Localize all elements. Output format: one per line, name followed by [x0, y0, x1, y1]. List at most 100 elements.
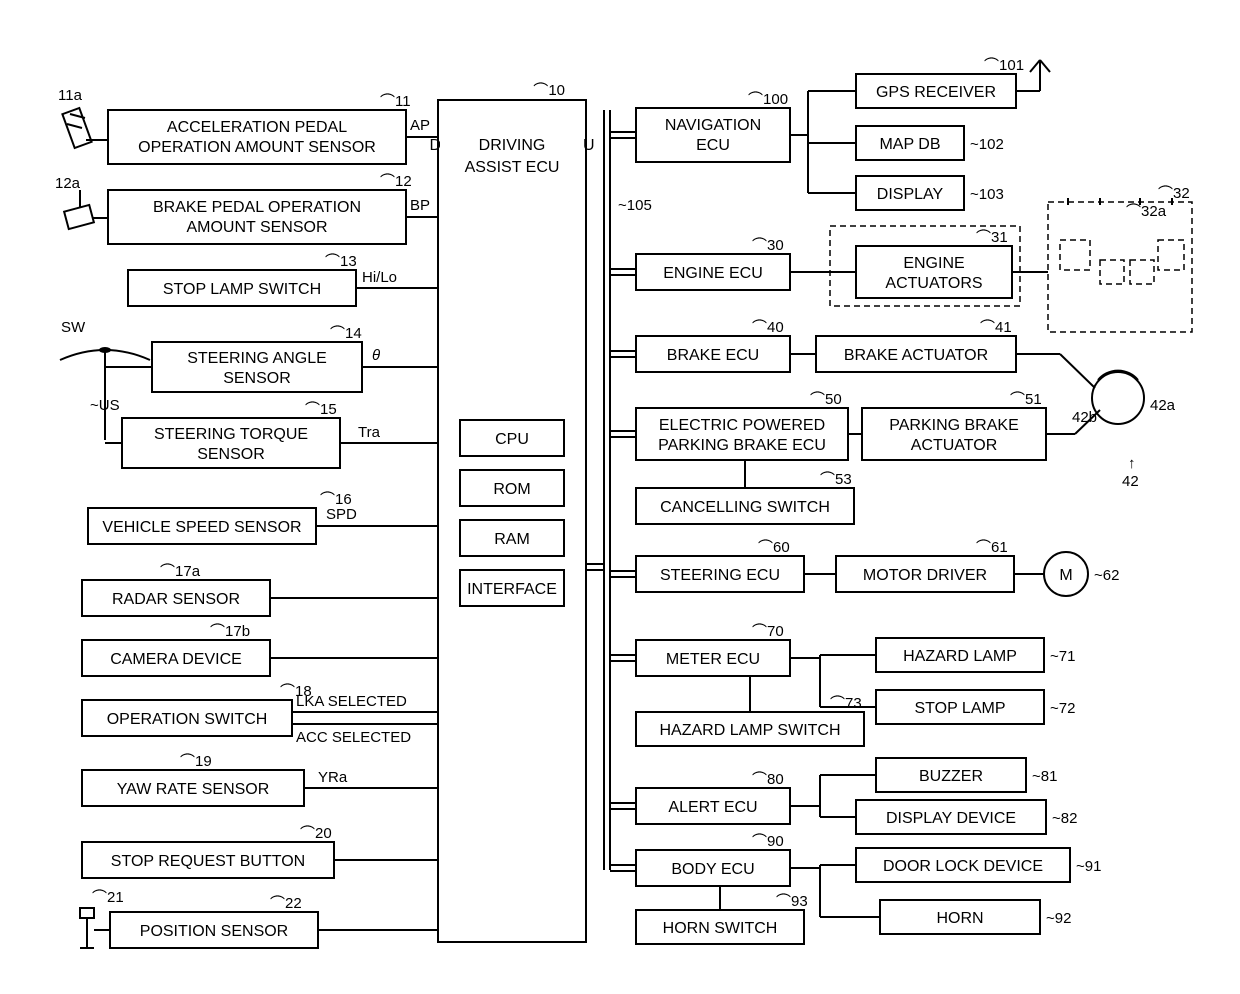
svg-text:⌒15: ⌒15	[305, 401, 337, 418]
svg-text:YAW RATE SENSOR: YAW RATE SENSOR	[117, 781, 270, 798]
svg-text:⌒17a: ⌒17a	[160, 563, 201, 580]
svg-text:θ: θ	[372, 347, 380, 364]
svg-text:~71: ~71	[1050, 648, 1075, 665]
svg-text:⌒40: ⌒40	[752, 319, 784, 336]
svg-text:HAZARD LAMP: HAZARD LAMP	[903, 648, 1017, 665]
svg-text:ECU: ECU	[696, 137, 730, 154]
svg-text:POSITION SENSOR: POSITION SENSOR	[140, 923, 288, 940]
svg-text:⌒60: ⌒60	[758, 539, 790, 556]
svg-text:SPD: SPD	[326, 506, 357, 523]
svg-text:~US: ~US	[90, 397, 120, 414]
svg-text:OPERATION SWITCH: OPERATION SWITCH	[107, 711, 268, 728]
svg-text:⌒20: ⌒20	[300, 825, 332, 842]
central-ecu-line1: DRIVING	[479, 137, 546, 154]
svg-text:HORN SWITCH: HORN SWITCH	[663, 920, 778, 937]
svg-text:BRAKE PEDAL OPERATION: BRAKE PEDAL OPERATION	[153, 199, 361, 216]
svg-text:⌒93: ⌒93	[776, 893, 808, 910]
rom-box: ROM	[493, 481, 530, 498]
svg-text:STOP LAMP: STOP LAMP	[915, 700, 1006, 717]
svg-text:~62: ~62	[1094, 567, 1119, 584]
svg-text:ENGINE ECU: ENGINE ECU	[663, 265, 763, 282]
svg-text:ACCELERATION PEDAL: ACCELERATION PEDAL	[167, 119, 347, 136]
svg-text:HAZARD LAMP SWITCH: HAZARD LAMP SWITCH	[659, 722, 840, 739]
svg-text:STEERING ECU: STEERING ECU	[660, 567, 780, 584]
svg-text:BODY ECU: BODY ECU	[671, 861, 754, 878]
svg-text:⌒51: ⌒51	[1010, 391, 1042, 408]
ram-box: RAM	[494, 531, 530, 548]
svg-text:BRAKE ACTUATOR: BRAKE ACTUATOR	[844, 347, 988, 364]
svg-text:42: 42	[1122, 473, 1139, 490]
svg-text:VEHICLE SPEED SENSOR: VEHICLE SPEED SENSOR	[102, 519, 301, 536]
svg-text:~102: ~102	[970, 136, 1004, 153]
svg-text:⌒13: ⌒13	[325, 253, 357, 270]
svg-text:ACTUATOR: ACTUATOR	[911, 437, 998, 454]
svg-text:~81: ~81	[1032, 768, 1057, 785]
svg-text:⌒30: ⌒30	[752, 237, 784, 254]
seat-icon	[80, 908, 94, 948]
svg-text:⌒11: ⌒11	[380, 93, 411, 110]
svg-text:ELECTRIC POWERED: ELECTRIC POWERED	[659, 417, 825, 434]
svg-text:⌒61: ⌒61	[976, 539, 1008, 556]
central-ecu-line2: ASSIST ECU	[465, 159, 560, 176]
svg-text:DISPLAY: DISPLAY	[877, 186, 944, 203]
pedal-icon	[62, 108, 91, 148]
svg-text:11a: 11a	[58, 87, 83, 104]
svg-text:~103: ~103	[970, 186, 1004, 203]
svg-text:OPERATION AMOUNT SENSOR: OPERATION AMOUNT SENSOR	[138, 139, 376, 156]
svg-text:STOP LAMP SWITCH: STOP LAMP SWITCH	[163, 281, 321, 298]
svg-text:STEERING TORQUE: STEERING TORQUE	[154, 426, 308, 443]
svg-text:~105: ~105	[618, 197, 652, 214]
svg-text:BRAKE ECU: BRAKE ECU	[667, 347, 759, 364]
svg-text:BUZZER: BUZZER	[919, 768, 983, 785]
svg-text:HORN: HORN	[936, 910, 983, 927]
svg-text:⌒101: ⌒101	[984, 57, 1024, 74]
svg-text:ACC SELECTED: ACC SELECTED	[296, 729, 411, 746]
svg-text:⌒80: ⌒80	[752, 771, 784, 788]
svg-text:LKA SELECTED: LKA SELECTED	[296, 693, 407, 710]
svg-text:⌒32: ⌒32	[1158, 185, 1190, 202]
svg-text:⌒21: ⌒21	[92, 889, 124, 906]
svg-text:⌒32a: ⌒32a	[1126, 203, 1167, 220]
svg-text:MAP DB: MAP DB	[879, 136, 940, 153]
svg-text:SENSOR: SENSOR	[223, 370, 291, 387]
svg-text:⌒31: ⌒31	[976, 229, 1008, 246]
svg-text:GPS RECEIVER: GPS RECEIVER	[876, 84, 996, 101]
svg-text:⌒70: ⌒70	[752, 623, 784, 640]
svg-text:⌒73: ⌒73	[830, 695, 862, 712]
svg-text:42a: 42a	[1150, 397, 1176, 414]
svg-text:⌒10: ⌒10	[533, 82, 565, 99]
svg-text:~91: ~91	[1076, 858, 1101, 875]
svg-text:Hi/Lo: Hi/Lo	[362, 269, 397, 286]
svg-text:ACTUATORS: ACTUATORS	[885, 275, 982, 292]
svg-text:SW: SW	[61, 319, 86, 336]
brake-pedal-icon	[64, 190, 94, 229]
wheel-icon	[1092, 371, 1144, 424]
svg-text:DOOR LOCK DEVICE: DOOR LOCK DEVICE	[883, 858, 1043, 875]
system-block-diagram: ⌒10 DRIVING ASSIST ECU DRIVING ASSIST EC…	[0, 0, 1240, 989]
svg-text:⌒41: ⌒41	[980, 319, 1012, 336]
svg-text:AMOUNT SENSOR: AMOUNT SENSOR	[186, 219, 327, 236]
svg-text:DISPLAY DEVICE: DISPLAY DEVICE	[886, 810, 1016, 827]
cpu-box: CPU	[495, 431, 529, 448]
svg-text:ENGINE: ENGINE	[903, 255, 964, 272]
svg-text:STOP REQUEST BUTTON: STOP REQUEST BUTTON	[111, 853, 305, 870]
svg-text:⌒12: ⌒12	[380, 173, 412, 190]
svg-text:↑: ↑	[1128, 455, 1136, 472]
svg-text:METER ECU: METER ECU	[666, 651, 760, 668]
svg-text:YRa: YRa	[318, 769, 348, 786]
svg-text:PARKING BRAKE: PARKING BRAKE	[889, 417, 1019, 434]
svg-text:CAMERA DEVICE: CAMERA DEVICE	[110, 651, 242, 668]
svg-text:⌒100: ⌒100	[748, 91, 788, 108]
svg-text:~92: ~92	[1046, 910, 1071, 927]
svg-text:ALERT ECU: ALERT ECU	[668, 799, 757, 816]
svg-text:~82: ~82	[1052, 810, 1077, 827]
svg-text:⌒17b: ⌒17b	[210, 623, 250, 640]
svg-text:Tra: Tra	[358, 424, 381, 441]
svg-text:RADAR SENSOR: RADAR SENSOR	[112, 591, 240, 608]
svg-text:SENSOR: SENSOR	[197, 446, 265, 463]
svg-text:~72: ~72	[1050, 700, 1075, 717]
svg-text:AP: AP	[410, 117, 430, 134]
svg-text:M: M	[1059, 567, 1072, 584]
interface-box: INTERFACE	[467, 581, 557, 598]
svg-text:⌒90: ⌒90	[752, 833, 784, 850]
